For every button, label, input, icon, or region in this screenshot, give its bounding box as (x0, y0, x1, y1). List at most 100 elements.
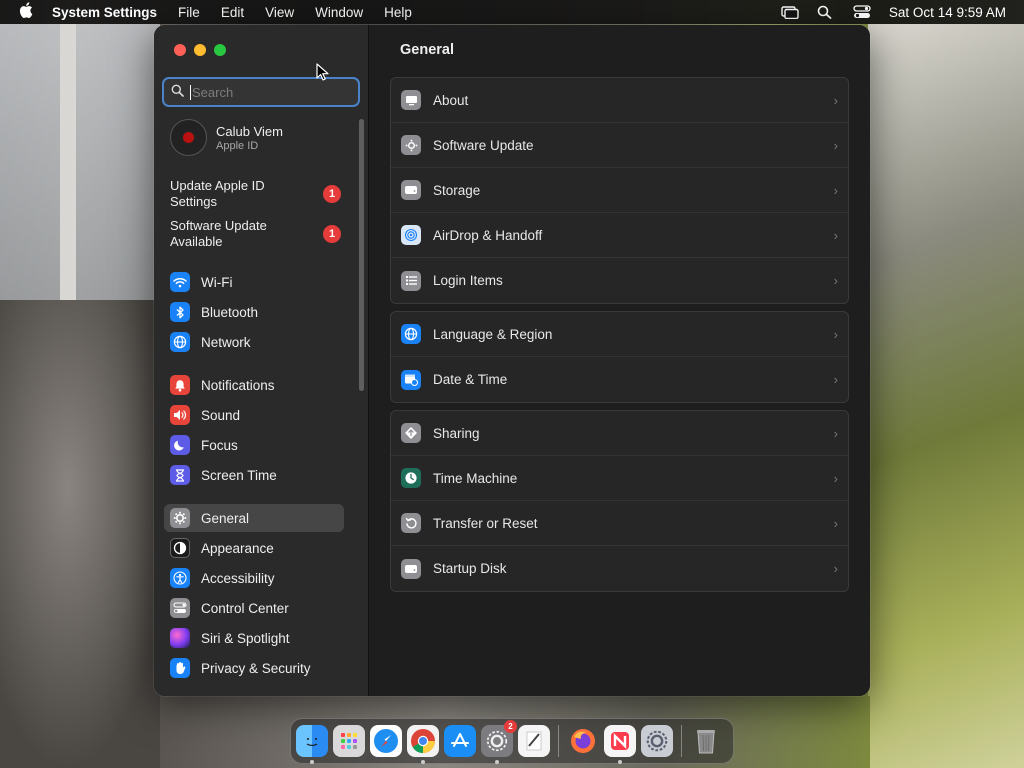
close-button[interactable] (174, 44, 186, 56)
system-settings-window: Calub Viem Apple ID Update Apple ID Sett… (154, 25, 870, 696)
dock: 2 (290, 718, 734, 764)
finder-icon[interactable] (296, 725, 328, 764)
row-about[interactable]: About › (391, 78, 848, 123)
row-airdrop-handoff[interactable]: AirDrop & Handoff › (391, 213, 848, 258)
account-name: Calub Viem (216, 123, 283, 139)
sidebar-item-label: Appearance (201, 540, 274, 556)
chevron-right-icon: › (833, 182, 838, 198)
sidebar-item-control-center[interactable]: Control Center (164, 594, 344, 622)
row-transfer-reset[interactable]: Transfer or Reset › (391, 501, 848, 546)
apple-id-account[interactable]: Calub Viem Apple ID (170, 119, 283, 156)
sidebar-item-network[interactable]: Network (164, 328, 344, 356)
airdrop-icon (401, 225, 421, 245)
search-input[interactable] (192, 84, 352, 100)
search-field[interactable] (162, 77, 360, 107)
alert-badge: 1 (323, 225, 341, 243)
sidebar-item-general[interactable]: General (164, 504, 344, 532)
sidebar-item-label: Focus (201, 437, 238, 453)
avatar (170, 119, 207, 156)
globe-icon (401, 324, 421, 344)
gear-badge-icon (401, 135, 421, 155)
menu-view[interactable]: View (265, 5, 294, 20)
row-label: Language & Region (433, 326, 553, 342)
row-login-items[interactable]: Login Items › (391, 258, 848, 303)
row-time-machine[interactable]: Time Machine › (391, 456, 848, 501)
app-store-icon[interactable] (444, 725, 476, 757)
settings-utility-icon[interactable] (641, 725, 673, 757)
reset-icon (401, 513, 421, 533)
wallpaper-cat (0, 300, 170, 768)
account-subtitle: Apple ID (216, 139, 259, 152)
row-label: Date & Time (433, 372, 508, 387)
app-menu[interactable]: System Settings (52, 5, 157, 20)
launchpad-icon[interactable] (333, 725, 365, 757)
content-pane: General About › Software Update › Storag… (370, 25, 870, 696)
bluetooth-icon (170, 302, 190, 322)
row-date-time[interactable]: Date & Time › (391, 357, 848, 402)
sidebar-item-appearance[interactable]: Appearance (164, 534, 344, 562)
chevron-right-icon: › (833, 227, 838, 243)
menu-window[interactable]: Window (315, 5, 363, 20)
appearance-icon (170, 538, 190, 558)
wallpaper-right (868, 24, 1024, 768)
sidebar-item-siri-spotlight[interactable]: Siri & Spotlight (164, 624, 344, 652)
control-center-icon (170, 598, 190, 618)
display-icon (401, 90, 421, 110)
row-storage[interactable]: Storage › (391, 168, 848, 213)
system-settings-icon[interactable]: 2 (481, 720, 517, 764)
sidebar-scrollbar[interactable] (359, 119, 364, 391)
row-label: Transfer or Reset (433, 515, 538, 531)
row-label: Startup Disk (433, 561, 507, 576)
sidebar-item-focus[interactable]: Focus (164, 431, 344, 459)
chevron-right-icon: › (833, 372, 838, 387)
sidebar-item-sound[interactable]: Sound (164, 401, 344, 429)
alert-software-update[interactable]: Software Update Available 1 (170, 218, 355, 250)
row-startup-disk[interactable]: Startup Disk › (391, 546, 848, 591)
chrome-icon[interactable] (407, 725, 439, 764)
news-icon[interactable] (604, 725, 636, 764)
sidebar-item-label: Siri & Spotlight (201, 630, 290, 646)
sidebar-item-privacy-security[interactable]: Privacy & Security (164, 654, 344, 682)
zoom-button[interactable] (214, 44, 226, 56)
row-label: Software Update (433, 137, 534, 153)
row-language-region[interactable]: Language & Region › (391, 312, 848, 357)
menu-edit[interactable]: Edit (221, 5, 244, 20)
sidebar-item-label: Screen Time (201, 467, 277, 483)
sidebar-item-bluetooth[interactable]: Bluetooth (164, 298, 344, 326)
search-icon (164, 84, 190, 100)
row-sharing[interactable]: Sharing › (391, 411, 848, 456)
siri-icon (170, 628, 190, 648)
mouse-cursor-icon (316, 63, 330, 81)
minimize-button[interactable] (194, 44, 206, 56)
menubar-clock[interactable]: Sat Oct 14 9:59 AM (889, 5, 1006, 20)
sidebar-item-label: Control Center (201, 600, 289, 616)
menu-help[interactable]: Help (384, 5, 412, 20)
sidebar-item-label: General (201, 510, 250, 526)
firefox-icon[interactable] (567, 725, 599, 757)
alert-badge: 1 (323, 185, 341, 203)
calendar-clock-icon (401, 369, 421, 390)
sidebar-item-wifi[interactable]: Wi-Fi (164, 268, 344, 296)
alert-update-apple-id[interactable]: Update Apple ID Settings 1 (170, 178, 355, 210)
apple-menu-icon[interactable] (0, 2, 52, 22)
window-controls (174, 44, 226, 56)
sidebar-item-screen-time[interactable]: Screen Time (164, 461, 344, 489)
menu-file[interactable]: File (178, 5, 200, 20)
sidebar-item-label: Notifications (201, 377, 275, 393)
textedit-icon[interactable] (518, 725, 550, 757)
row-label: Storage (433, 182, 481, 198)
control-center-icon[interactable] (853, 5, 871, 19)
trash-icon[interactable] (690, 725, 722, 757)
sidebar-item-notifications[interactable]: Notifications (164, 371, 344, 399)
dock-separator (558, 725, 559, 757)
row-software-update[interactable]: Software Update › (391, 123, 848, 168)
screen-mirroring-icon[interactable] (781, 5, 799, 20)
sidebar-item-accessibility[interactable]: Accessibility (164, 564, 344, 592)
list-icon (401, 270, 421, 291)
safari-icon[interactable] (370, 725, 402, 757)
speaker-icon (170, 405, 190, 425)
globe-icon (170, 332, 190, 352)
chevron-right-icon: › (833, 92, 838, 108)
spotlight-search-icon[interactable] (817, 5, 835, 19)
wifi-icon (170, 272, 190, 292)
